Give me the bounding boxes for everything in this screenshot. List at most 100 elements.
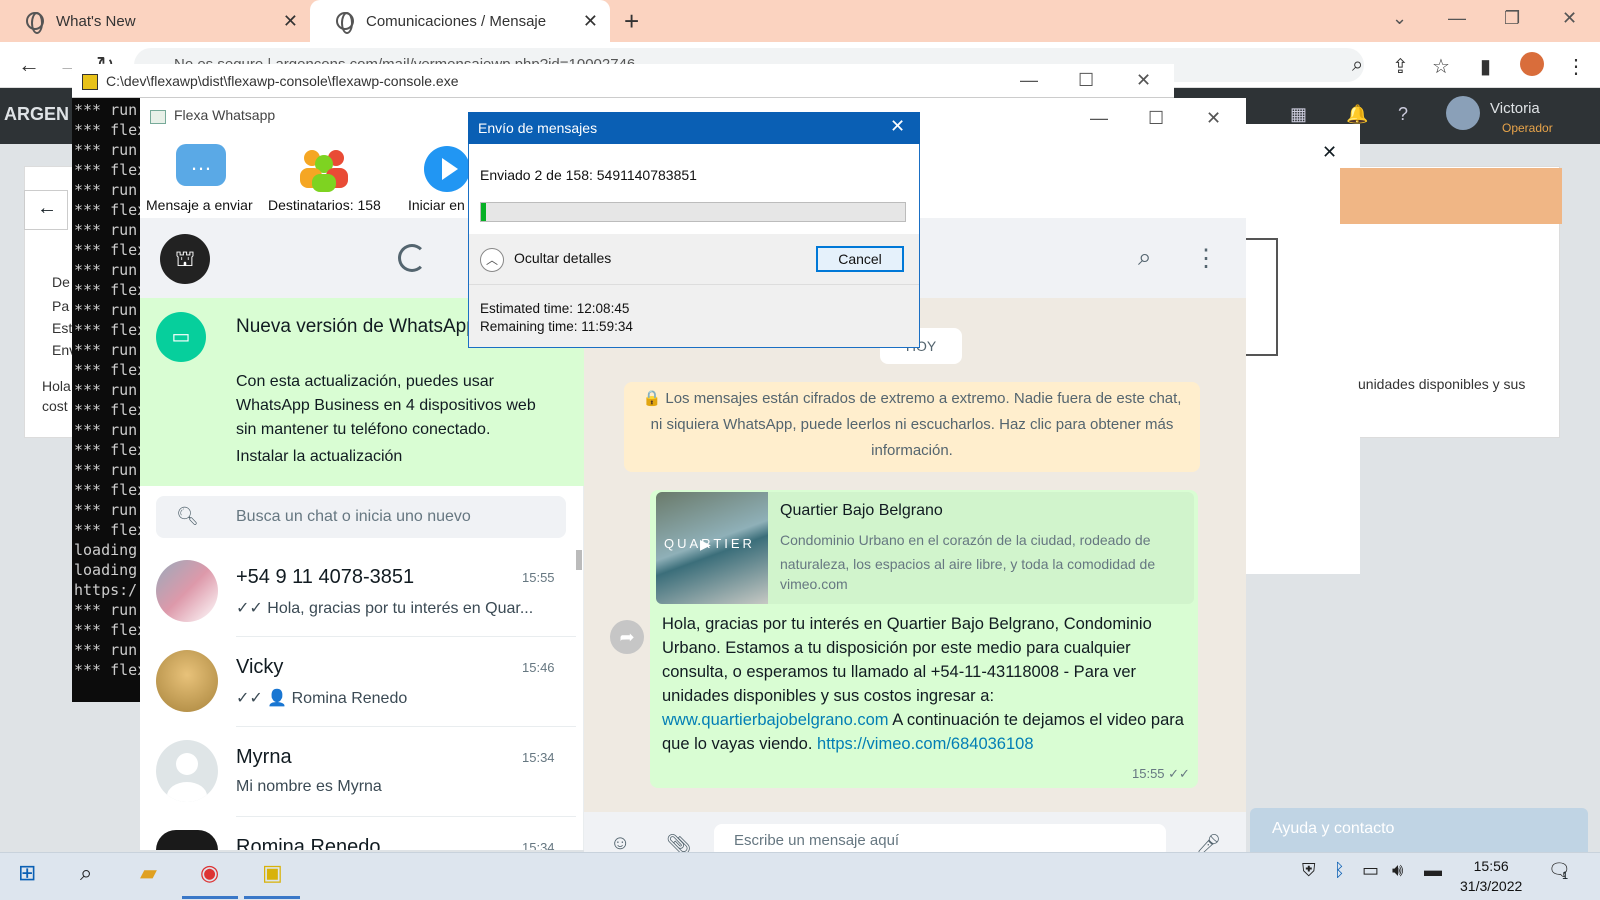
bell-icon[interactable]: 🔔 [1346, 104, 1368, 126]
console-line: *** run [74, 641, 138, 659]
console-line: *** run [74, 221, 138, 239]
chat-name: Vicky [236, 656, 284, 678]
divider [469, 284, 919, 285]
forward-icon[interactable]: ➦ [610, 620, 644, 654]
search-input[interactable]: Busca un chat o inicia uno nuevo [236, 508, 471, 526]
clock-time: 15:56 [1473, 858, 1509, 874]
windows-start-icon[interactable]: ⊞ [18, 860, 36, 886]
body-preview: Hola [42, 378, 71, 394]
close-icon[interactable]: ✕ [1322, 142, 1337, 163]
console-line: *** run [74, 141, 138, 159]
tab-label: Comunicaciones / Mensaje [366, 12, 547, 30]
close-icon[interactable]: ✕ [1136, 70, 1151, 91]
minimize-icon[interactable]: — [1020, 70, 1038, 91]
close-icon[interactable]: ✕ [283, 11, 298, 32]
minimize-icon[interactable]: — [1448, 8, 1466, 29]
chrome-icon[interactable]: ◉ [200, 860, 219, 886]
cancel-button[interactable]: Cancel [816, 246, 904, 272]
security-icon[interactable]: ⛨ [1302, 860, 1316, 881]
chat-time: 15:34 [522, 750, 555, 765]
preview-description: Condominio Urbano en el corazón de la ci… [780, 532, 1156, 572]
new-tab-button[interactable]: + [624, 6, 639, 37]
people-icon[interactable] [298, 146, 350, 192]
scrollbar[interactable] [576, 550, 582, 570]
chat-last-message: ✓✓ 👤 Romina Renedo [236, 690, 408, 707]
play-icon[interactable]: ▶ [700, 536, 711, 553]
back-icon[interactable]: ← [18, 52, 40, 78]
message-button-label[interactable]: Mensaje a enviar [146, 197, 253, 213]
console-line: https:/ [74, 581, 138, 599]
back-button[interactable]: ← [24, 190, 68, 230]
console-line: *** flex [74, 521, 144, 539]
hide-details-toggle[interactable]: Ocultar detalles [514, 250, 611, 266]
chevron-down-icon[interactable]: ⌄ [1392, 8, 1407, 29]
console-line: *** flex [74, 121, 144, 139]
calendar-icon[interactable]: ▦ [1290, 104, 1312, 126]
chat-time: 15:46 [522, 660, 555, 675]
menu-dots-icon[interactable]: ⋮ [1194, 244, 1218, 273]
notification-count: 1 [1562, 870, 1569, 882]
progress-bar [480, 202, 906, 222]
zoom-icon[interactable]: ⌕ [1352, 54, 1363, 77]
restore-icon[interactable]: ❐ [1504, 8, 1520, 29]
console-line: *** run [74, 101, 138, 119]
start-button-label[interactable]: Iniciar en [408, 197, 468, 213]
flexa-app-icon[interactable]: ▣ [262, 860, 283, 886]
update-body: Con esta actualización, puedes usar What… [236, 373, 536, 438]
help-icon[interactable]: ? [1398, 104, 1420, 126]
console-line: *** run [74, 381, 138, 399]
console-line: *** flex [74, 361, 144, 379]
battery-icon[interactable]: ▬ [1424, 860, 1442, 881]
website-link[interactable]: www.quartierbajobelgrano.com [662, 711, 889, 729]
console-title: C:\dev\flexawp\dist\flexawp-console\flex… [72, 64, 1174, 98]
globe-icon [336, 12, 354, 34]
console-line: *** flex [74, 401, 144, 419]
play-icon[interactable] [424, 146, 470, 192]
estimated-time: Estimated time: 12:08:45 [480, 301, 630, 316]
close-icon[interactable]: ✕ [1206, 108, 1221, 129]
user-role: Operador [1502, 121, 1553, 135]
recipients-button-label[interactable]: Destinatarios: 158 [268, 197, 381, 213]
chevron-up-icon[interactable]: ︿ [480, 248, 504, 272]
console-line: *** flex [74, 161, 144, 179]
close-icon[interactable]: ✕ [583, 11, 598, 32]
install-update-link[interactable]: Instalar la actualización [236, 448, 402, 466]
user-name[interactable]: Victoria [1490, 100, 1540, 117]
help-contact-button[interactable]: Ayuda y contacto [1250, 808, 1588, 852]
chat-bubble-icon[interactable]: … [176, 144, 226, 186]
profile-avatar[interactable] [1520, 52, 1544, 76]
profile-avatar[interactable]: ⛫ [160, 234, 210, 284]
system-clock[interactable]: 15:56 31/3/2022 [1460, 856, 1522, 896]
body-preview: cost [42, 398, 68, 414]
file-explorer-icon[interactable]: ▰ [140, 860, 157, 886]
menu-dots-icon[interactable]: ⋮ [1566, 54, 1586, 79]
tab-comunicaciones[interactable]: Comunicaciones / Mensaje ✕ [310, 0, 610, 42]
chrome-icon [26, 12, 44, 34]
search-icon[interactable]: ⌕ [1138, 244, 1151, 272]
console-line: loading [74, 541, 138, 559]
network-icon[interactable]: ▭ [1362, 860, 1379, 881]
close-icon[interactable]: ✕ [1562, 8, 1577, 29]
close-icon[interactable]: ✕ [890, 116, 905, 137]
chat-last-message: Mi nombre es Myrna [236, 778, 382, 795]
maximize-icon[interactable]: ☐ [1078, 70, 1094, 91]
console-line: *** run [74, 261, 138, 279]
field-label: Pa [52, 298, 70, 314]
chat-name: Romina Renedo [236, 836, 381, 850]
encryption-notice[interactable]: 🔒 Los mensajes están cifrados de extremo… [624, 382, 1200, 472]
contact-avatar [156, 830, 218, 850]
bluetooth-icon[interactable]: ᛒ [1334, 860, 1345, 881]
minimize-icon[interactable]: — [1090, 108, 1108, 129]
share-icon[interactable]: ⇪ [1392, 54, 1409, 79]
maximize-icon[interactable]: ☐ [1148, 108, 1164, 129]
search-icon[interactable]: ⌕ [80, 860, 92, 886]
user-avatar[interactable] [1446, 96, 1480, 130]
star-icon[interactable]: ☆ [1432, 54, 1450, 79]
status-icon[interactable] [398, 244, 426, 272]
side-panel-icon[interactable]: ▮ [1480, 54, 1491, 79]
web-body-text: unidades disponibles y sus [1358, 376, 1526, 392]
volume-icon[interactable]: 🔊︎ [1392, 860, 1403, 881]
tab-whats-new[interactable]: What's New ✕ [0, 0, 310, 42]
vimeo-link[interactable]: https://vimeo.com/684036108 [817, 735, 1033, 753]
clock-date: 31/3/2022 [1460, 878, 1523, 894]
